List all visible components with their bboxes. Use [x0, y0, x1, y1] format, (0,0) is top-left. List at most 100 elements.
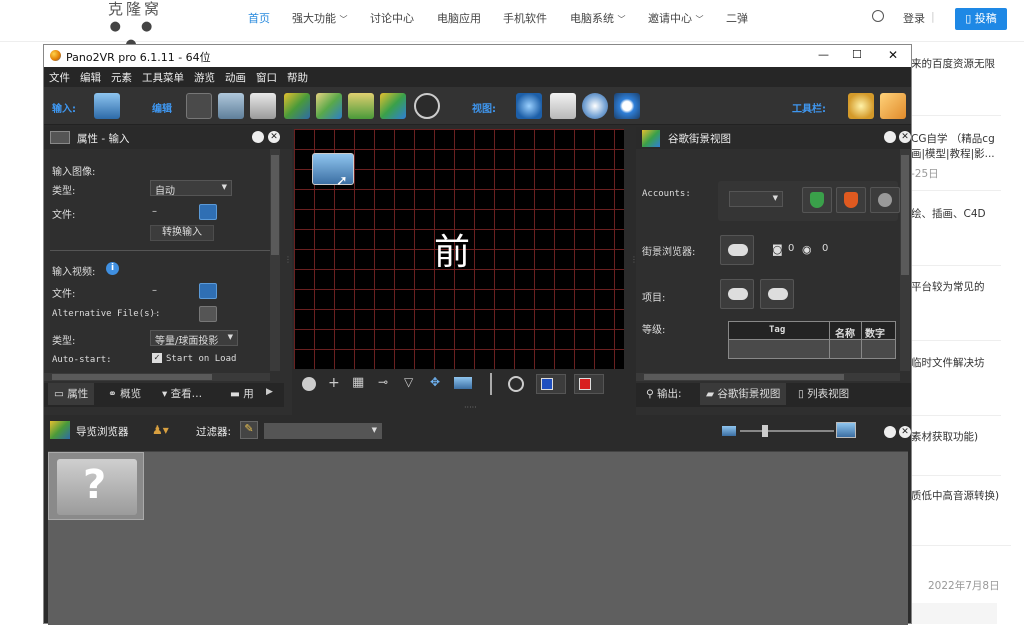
account-settings-button[interactable]	[870, 187, 900, 213]
tab-view[interactable]: ▾ 查看…	[156, 383, 208, 405]
google-street-view-icon[interactable]	[380, 93, 406, 119]
nav-mobile-apps[interactable]: 手机软件	[503, 10, 547, 26]
convert-input-button[interactable]: 转换输入	[150, 225, 214, 241]
crosshair-icon[interactable]: +	[328, 375, 340, 391]
sidebar-item[interactable]: 画|模型|教程|影...	[911, 145, 1024, 163]
measure-icon[interactable]: ⊸	[378, 375, 388, 389]
cone-icon[interactable]: ▽	[404, 375, 413, 389]
color-picker-blue[interactable]	[536, 374, 566, 394]
type-select[interactable]: 自动 ▼	[150, 180, 232, 197]
open-file-icon[interactable]	[199, 283, 217, 299]
panorama-icon[interactable]	[454, 377, 472, 389]
scrollbar-thumb[interactable]	[644, 374, 844, 380]
splitter-handle[interactable]: ⋮	[284, 255, 292, 264]
close-button[interactable]: ✕	[888, 48, 898, 62]
login-link[interactable]: 登录	[903, 10, 925, 26]
pencil-icon[interactable]: ✎	[240, 421, 258, 439]
clock-icon[interactable]	[582, 93, 608, 119]
binoculars-icon[interactable]	[516, 93, 542, 119]
float-icon[interactable]	[884, 131, 896, 143]
nav-home[interactable]: 首页	[248, 10, 270, 26]
tab-overview[interactable]: ⚭ 概览	[102, 383, 147, 405]
eye-icon[interactable]	[614, 93, 640, 119]
menu-help[interactable]: 帮助	[282, 67, 313, 88]
horizontal-scrollbar[interactable]	[636, 373, 900, 381]
grid-icon[interactable]: ▦	[352, 375, 364, 390]
sort-icon[interactable]: ♟▾	[152, 423, 169, 437]
download-button[interactable]	[760, 279, 794, 309]
menu-file[interactable]: 文件	[44, 67, 75, 88]
tab-user[interactable]: ▬ 用	[224, 383, 260, 405]
post-button[interactable]: ▯ 投稿	[955, 8, 1007, 30]
scrollbar-thumb[interactable]	[52, 374, 212, 380]
sidebar-item[interactable]: 素材获取功能)	[911, 428, 1024, 446]
menu-elements[interactable]: 元素	[106, 67, 137, 88]
compass-icon[interactable]	[302, 377, 316, 391]
float-icon[interactable]	[252, 131, 264, 143]
close-icon[interactable]: ✕	[899, 131, 911, 143]
open-file-icon[interactable]	[199, 306, 217, 322]
nav-pc-apps[interactable]: 电脑应用	[437, 10, 481, 26]
login-button[interactable]	[802, 187, 832, 213]
logout-button[interactable]	[836, 187, 866, 213]
sidebar-item[interactable]: 绘、插画、C4D	[911, 205, 1024, 223]
nav-invite[interactable]: 邀请中心 ﹀	[648, 10, 704, 26]
menu-window[interactable]: 窗口	[251, 67, 282, 88]
splitter-handle[interactable]: ·····	[464, 403, 477, 412]
nav-pc-systems[interactable]: 电脑系统 ﹀	[570, 10, 626, 26]
keyboard-icon[interactable]	[186, 93, 212, 119]
panorama-thumbnail[interactable]: ?	[48, 452, 144, 520]
horizontal-scrollbar[interactable]	[44, 373, 270, 381]
nav-discussion[interactable]: 讨论中心	[370, 10, 414, 26]
card-icon[interactable]	[250, 93, 276, 119]
menu-tour[interactable]: 游览	[189, 67, 220, 88]
thumbnail-size-slider[interactable]	[740, 425, 834, 437]
close-icon[interactable]: ✕	[899, 426, 911, 438]
sidebar-item[interactable]: 临时文件解决坊	[911, 354, 1024, 372]
scrollbar-thumb[interactable]	[901, 155, 909, 275]
site-logo[interactable]: 克隆窝 ● ● ●	[100, 0, 170, 52]
tab-output[interactable]: ⚲ 输出:	[640, 383, 688, 405]
menu-tools[interactable]: 工具菜单	[137, 67, 189, 88]
autostart-checkbox[interactable]: ✓	[152, 353, 162, 363]
clipboard-icon[interactable]	[550, 93, 576, 119]
color-picker-red[interactable]	[574, 374, 604, 394]
tab-properties[interactable]: ▭ 属性	[48, 383, 95, 405]
chevron-right-icon[interactable]: ▶	[266, 387, 273, 397]
sidebar-item[interactable]: 来的百度资源无限	[911, 55, 1024, 73]
video-type-select[interactable]: 等量/球面投影 ▼	[150, 330, 238, 347]
float-icon[interactable]	[884, 426, 896, 438]
upload-button[interactable]	[720, 279, 754, 309]
scrollbar-thumb[interactable]	[271, 155, 279, 255]
filter-select[interactable]: ▼	[264, 423, 382, 439]
vertical-scrollbar[interactable]	[900, 149, 910, 371]
nav-features[interactable]: 强大功能 ﹀	[292, 10, 348, 26]
street-view-browser-button[interactable]	[720, 235, 754, 265]
menu-edit[interactable]: 编辑	[75, 67, 106, 88]
close-icon[interactable]: ✕	[268, 131, 280, 143]
tab-list-view[interactable]: ▯ 列表视图	[792, 383, 855, 405]
wizard-icon[interactable]	[848, 93, 874, 119]
hand-icon[interactable]	[880, 93, 906, 119]
minimize-button[interactable]: —	[818, 48, 829, 61]
open-file-icon[interactable]	[199, 204, 217, 220]
accounts-select[interactable]: ▼	[729, 191, 783, 207]
film-reel-icon[interactable]	[414, 93, 440, 119]
panorama-viewer[interactable]: ➚ 前	[294, 129, 624, 369]
tab-street-view[interactable]: ▰ 谷歌街景视图	[700, 383, 787, 405]
slider-handle[interactable]	[762, 425, 768, 437]
sidebar-item[interactable]: 质低中高音源转换)	[911, 487, 1024, 505]
hotspot-icon[interactable]	[348, 93, 374, 119]
input-panorama-icon[interactable]	[94, 93, 120, 119]
target-icon[interactable]	[508, 376, 524, 392]
maximize-button[interactable]: ☐	[852, 48, 862, 61]
sidebar-item[interactable]: 平台较为常见的	[911, 278, 1024, 296]
search-icon[interactable]	[872, 10, 884, 22]
vertical-scrollbar[interactable]	[270, 149, 280, 371]
info-icon[interactable]: i	[106, 262, 119, 275]
patch-icon[interactable]	[218, 93, 244, 119]
map-icon[interactable]	[316, 93, 342, 119]
skin-editor-icon[interactable]	[284, 93, 310, 119]
move-icon[interactable]: ✥	[430, 375, 440, 389]
nav-more[interactable]: 二弹	[726, 10, 748, 26]
